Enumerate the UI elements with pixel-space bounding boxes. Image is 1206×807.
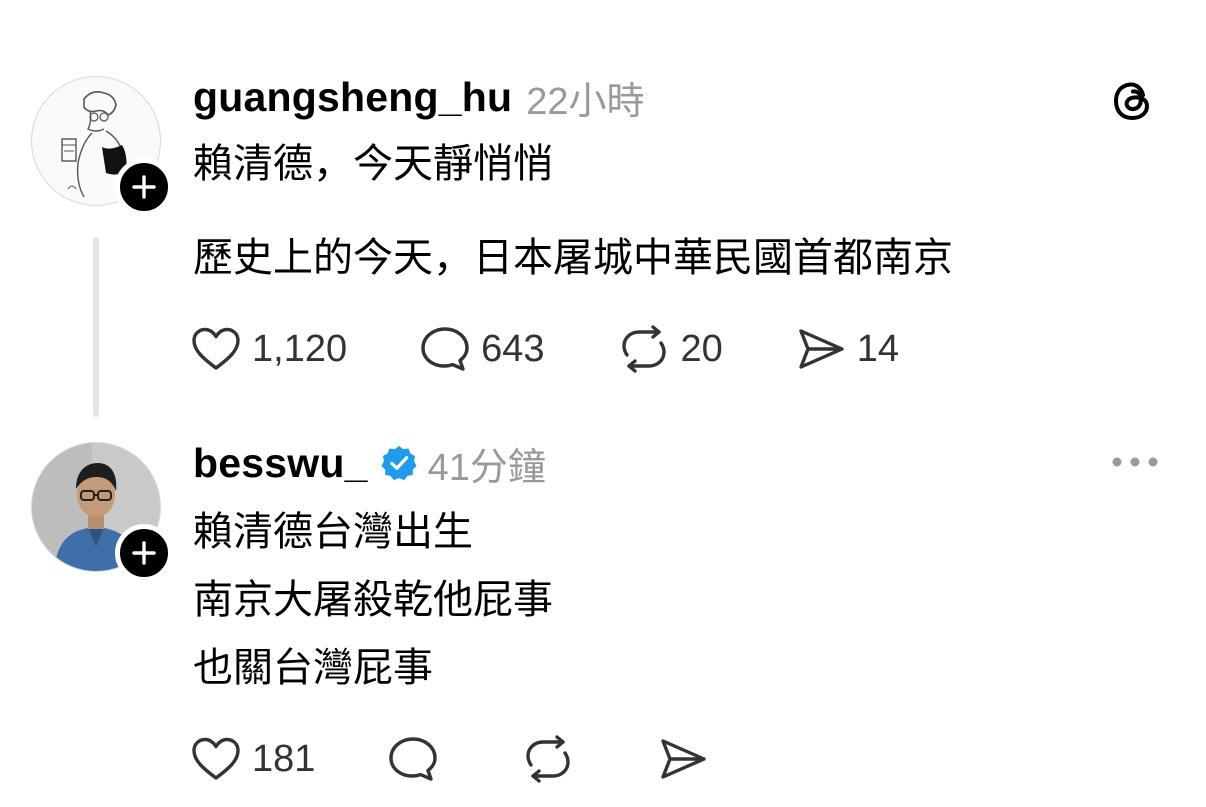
like-button[interactable]: 181: [190, 736, 315, 782]
reply-button[interactable]: [387, 735, 449, 783]
post-text-line-3: 也關台灣屁事: [193, 646, 433, 690]
verified-badge-icon: [381, 445, 417, 481]
repost-icon: [526, 735, 571, 783]
post-2: besswu_ 41分鐘 賴清德台灣出生 南京大屠殺乾他屁事 也關台灣屁事 18…: [0, 0, 1206, 807]
repost-button[interactable]: [521, 735, 585, 783]
more-options-icon[interactable]: [1110, 452, 1160, 477]
username[interactable]: besswu_: [193, 440, 368, 487]
post-actions: 181: [190, 734, 719, 784]
share-button[interactable]: [657, 736, 719, 782]
timestamp: 41分鐘: [427, 446, 546, 489]
avatar-wrap-2: [31, 442, 173, 582]
speech-bubble-icon: [389, 737, 438, 781]
heart-icon: [192, 737, 240, 780]
send-icon: [661, 739, 707, 779]
like-count: 181: [252, 737, 316, 780]
post-text-line-2: 南京大屠殺乾他屁事: [193, 578, 553, 622]
plus-icon: [132, 541, 156, 565]
post-text-line-1: 賴清德台灣出生: [193, 510, 473, 554]
post-header: besswu_ 41分鐘: [193, 438, 546, 489]
follow-plus-button[interactable]: [115, 524, 173, 582]
